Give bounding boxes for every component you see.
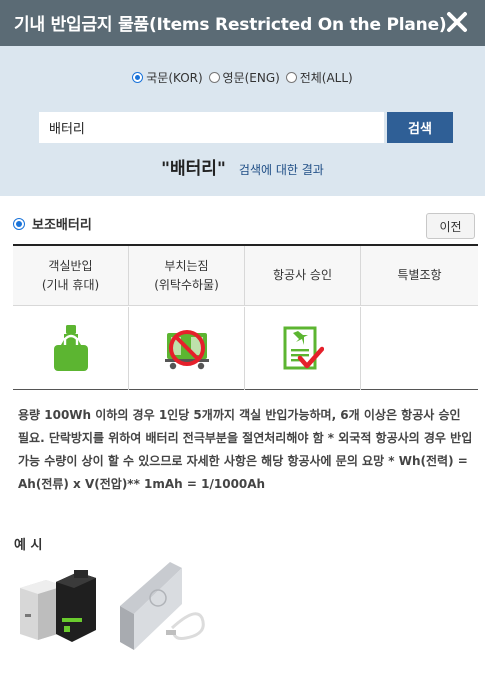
radio-icon[interactable]	[208, 72, 220, 83]
item-title: 보조배터리	[13, 214, 92, 233]
restriction-table: 객실반입 (기내 휴대) 부치는짐 (위탁수하물) 항공사 승인 특별조항	[13, 244, 478, 390]
radio-selected-icon	[13, 217, 25, 230]
special-provision-cell	[361, 307, 478, 390]
table-row	[13, 307, 478, 390]
example-image	[16, 558, 216, 658]
column-header-line: 특별조항	[397, 268, 442, 282]
close-icon	[447, 12, 467, 32]
dialog-header: 기내 반입금지 물품(Items Restricted On the Plane…	[0, 0, 485, 46]
column-header-line: 객실반입	[48, 258, 93, 273]
item-name: 보조배터리	[32, 218, 92, 233]
language-option-label: 전체(ALL)	[299, 71, 353, 85]
checked-cell	[129, 307, 245, 390]
column-header-subline: (위탁수하물)	[154, 277, 219, 292]
table-header-row: 객실반입 (기내 휴대) 부치는짐 (위탁수하물) 항공사 승인 특별조항	[13, 246, 478, 306]
result-term: "배터리"	[161, 159, 226, 179]
search-input[interactable]	[39, 112, 384, 143]
carry-on-bag-allowed-icon	[53, 324, 88, 371]
search-button[interactable]: 검색	[387, 112, 453, 143]
language-option-kor[interactable]: 국문(KOR)	[132, 69, 203, 86]
airline-approval-document-icon	[283, 326, 324, 369]
power-bank-example-image	[20, 562, 205, 650]
cabin-cell	[13, 307, 129, 390]
column-header-cabin: 객실반입 (기내 휴대)	[13, 246, 129, 305]
dialog-title: 기내 반입금지 물품(Items Restricted On the Plane…	[14, 15, 447, 35]
approval-cell	[245, 307, 361, 390]
column-header-subline: (기내 휴대)	[41, 277, 100, 292]
close-button[interactable]	[443, 8, 471, 36]
column-header-special: 특별조항	[361, 246, 478, 305]
column-header-line: 항공사 승인	[272, 268, 332, 282]
example-label: 예 시	[14, 538, 43, 553]
language-option-label: 영문(ENG)	[222, 71, 280, 85]
search-panel: 국문(KOR) 영문(ENG) 전체(ALL) 검색 "배터리" 검색에 대한 …	[0, 46, 485, 196]
radio-selected-icon[interactable]	[132, 72, 144, 83]
search-result-heading: "배터리" 검색에 대한 결과	[0, 154, 485, 179]
language-option-eng[interactable]: 영문(ENG)	[208, 69, 280, 86]
language-option-label: 국문(KOR)	[146, 71, 203, 85]
item-description: 용량 100Wh 이하의 경우 1인당 5개까지 객실 반입가능하며, 6개 이…	[18, 408, 473, 491]
column-header-approval: 항공사 승인	[245, 246, 361, 305]
column-header-line: 부치는짐	[164, 258, 209, 273]
radio-icon[interactable]	[285, 72, 297, 83]
result-label: 검색에 대한 결과	[238, 163, 324, 177]
language-selector: 국문(KOR) 영문(ENG) 전체(ALL)	[0, 69, 485, 86]
column-header-checked: 부치는짐 (위탁수하물)	[129, 246, 245, 305]
language-option-all[interactable]: 전체(ALL)	[285, 69, 353, 86]
checked-baggage-prohibited-icon	[164, 329, 209, 369]
previous-button[interactable]: 이전	[426, 213, 475, 239]
